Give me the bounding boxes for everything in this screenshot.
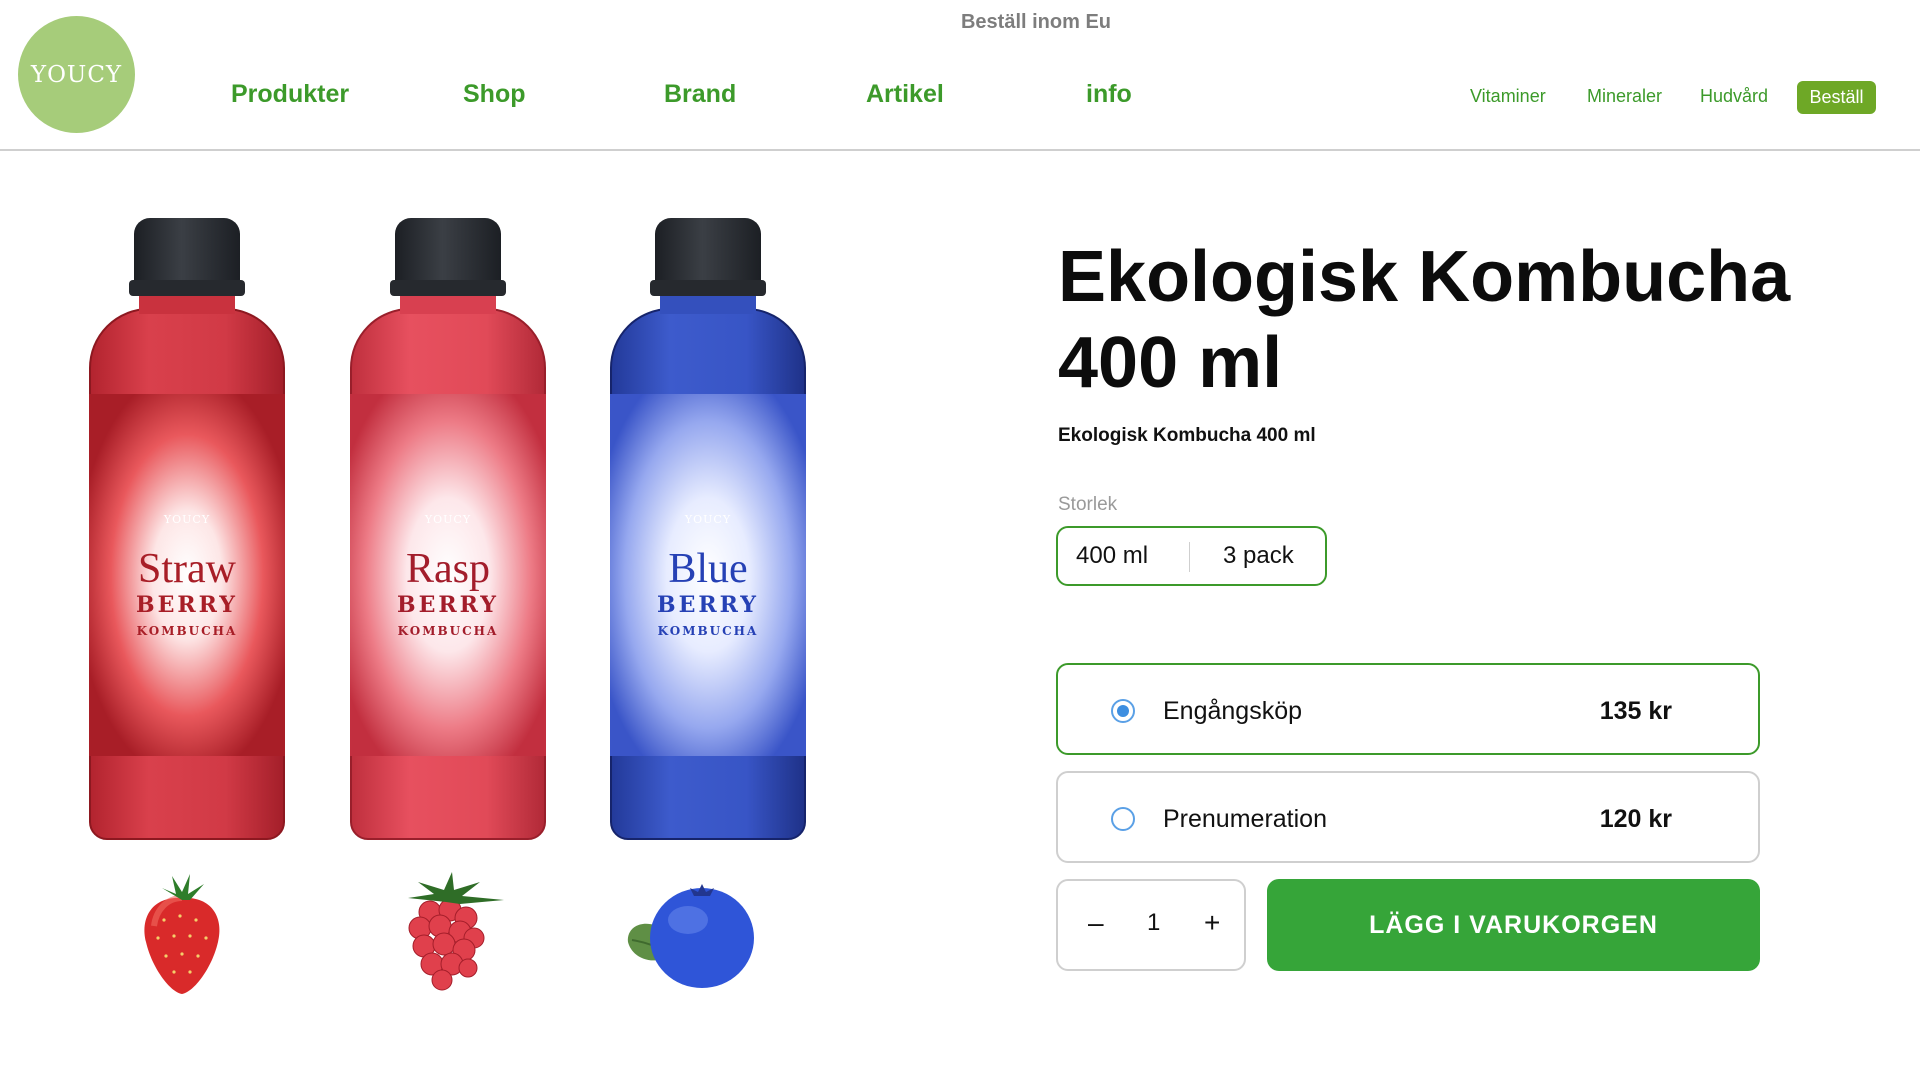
bottle-neck bbox=[139, 294, 235, 314]
label-berry: BERRY bbox=[136, 591, 238, 618]
bottle-cap-ring bbox=[390, 280, 506, 296]
blueberry-icon bbox=[627, 884, 754, 988]
bottle-label: YOUCY Straw BERRY KOMBUCHA bbox=[89, 394, 285, 756]
site-header: Beställ inom Eu YOUCY Produkter Shop Bra… bbox=[0, 0, 1920, 151]
bottle-raspberry[interactable]: YOUCY Rasp BERRY KOMBUCHA bbox=[350, 218, 546, 840]
product-title: Ekologisk Kombucha 400 ml bbox=[1058, 237, 1791, 403]
bottle-label: YOUCY Rasp BERRY KOMBUCHA bbox=[350, 394, 546, 756]
add-to-cart-button[interactable]: LÄGG I VARUKORGEN bbox=[1267, 879, 1760, 971]
nav-item-hudvard[interactable]: Hudvård bbox=[1700, 86, 1768, 107]
option-price: 135 kr bbox=[1599, 697, 1672, 725]
option-price: 120 kr bbox=[1599, 805, 1672, 833]
purchase-option-subscription[interactable]: Prenumeration 120 kr bbox=[1056, 771, 1760, 863]
size-option-3pack[interactable]: 3 pack bbox=[1223, 542, 1294, 570]
radio-onetime[interactable] bbox=[1111, 699, 1135, 723]
bottle-neck bbox=[400, 294, 496, 314]
bottle-neck bbox=[660, 294, 756, 314]
label-flavor: Straw bbox=[138, 545, 236, 592]
size-option-400ml[interactable]: 400 ml bbox=[1076, 542, 1148, 570]
label-berry: BERRY bbox=[397, 591, 499, 618]
bottle-blueberry[interactable]: YOUCY Blue BERRY KOMBUCHA bbox=[610, 218, 806, 840]
nav-item-produkter[interactable]: Produkter bbox=[231, 80, 349, 109]
logo[interactable]: YOUCY bbox=[18, 16, 135, 133]
logo-text: YOUCY bbox=[30, 61, 123, 88]
quantity-value[interactable]: 1 bbox=[1147, 909, 1160, 937]
product-gallery: YOUCY Straw BERRY KOMBUCHA YOUCY Rasp BE… bbox=[0, 152, 900, 1080]
bottle-cap-ring bbox=[129, 280, 245, 296]
label-flavor: Blue bbox=[668, 545, 748, 592]
label-kombucha: KOMBUCHA bbox=[397, 623, 499, 638]
nav-item-vitaminer[interactable]: Vitaminer bbox=[1470, 86, 1546, 107]
bottle-label: YOUCY Blue BERRY KOMBUCHA bbox=[610, 394, 806, 756]
label-flavor: Rasp bbox=[406, 545, 490, 592]
option-label: Prenumeration bbox=[1163, 805, 1327, 833]
bottle-cap-ring bbox=[650, 280, 766, 296]
product-subtitle: Ekologisk Kombucha 400 ml bbox=[1058, 425, 1316, 446]
label-berry: BERRY bbox=[657, 591, 759, 618]
nav-item-artikel[interactable]: Artikel bbox=[866, 80, 944, 109]
size-divider bbox=[1189, 542, 1190, 572]
label-kombucha: KOMBUCHA bbox=[136, 623, 238, 638]
nav-item-info[interactable]: info bbox=[1086, 80, 1132, 109]
label-kombucha: KOMBUCHA bbox=[657, 623, 759, 638]
nav-item-brand[interactable]: Brand bbox=[664, 80, 736, 109]
announcement-bar: Beställ inom Eu bbox=[960, 11, 1112, 33]
purchase-option-onetime[interactable]: Engångsköp 135 kr bbox=[1056, 663, 1760, 755]
order-button[interactable]: Beställ bbox=[1797, 81, 1876, 114]
size-selector: 400 ml 3 pack bbox=[1056, 526, 1327, 586]
increase-quantity-button[interactable]: + bbox=[1204, 907, 1220, 939]
radio-subscription[interactable] bbox=[1111, 807, 1135, 831]
label-brand: YOUCY bbox=[163, 512, 211, 526]
nav-item-mineraler[interactable]: Mineraler bbox=[1587, 86, 1662, 107]
decrease-quantity-button[interactable]: – bbox=[1088, 907, 1104, 939]
size-label: Storlek bbox=[1058, 494, 1118, 515]
quantity-stepper: – 1 + bbox=[1056, 879, 1246, 971]
bottle-strawberry[interactable]: YOUCY Straw BERRY KOMBUCHA bbox=[89, 218, 285, 840]
strawberry-icon bbox=[144, 874, 220, 994]
label-brand: YOUCY bbox=[424, 512, 472, 526]
nav-item-shop[interactable]: Shop bbox=[463, 80, 526, 109]
label-brand: YOUCY bbox=[684, 512, 732, 526]
raspberry-icon bbox=[408, 872, 504, 991]
option-label: Engångsköp bbox=[1163, 697, 1303, 725]
